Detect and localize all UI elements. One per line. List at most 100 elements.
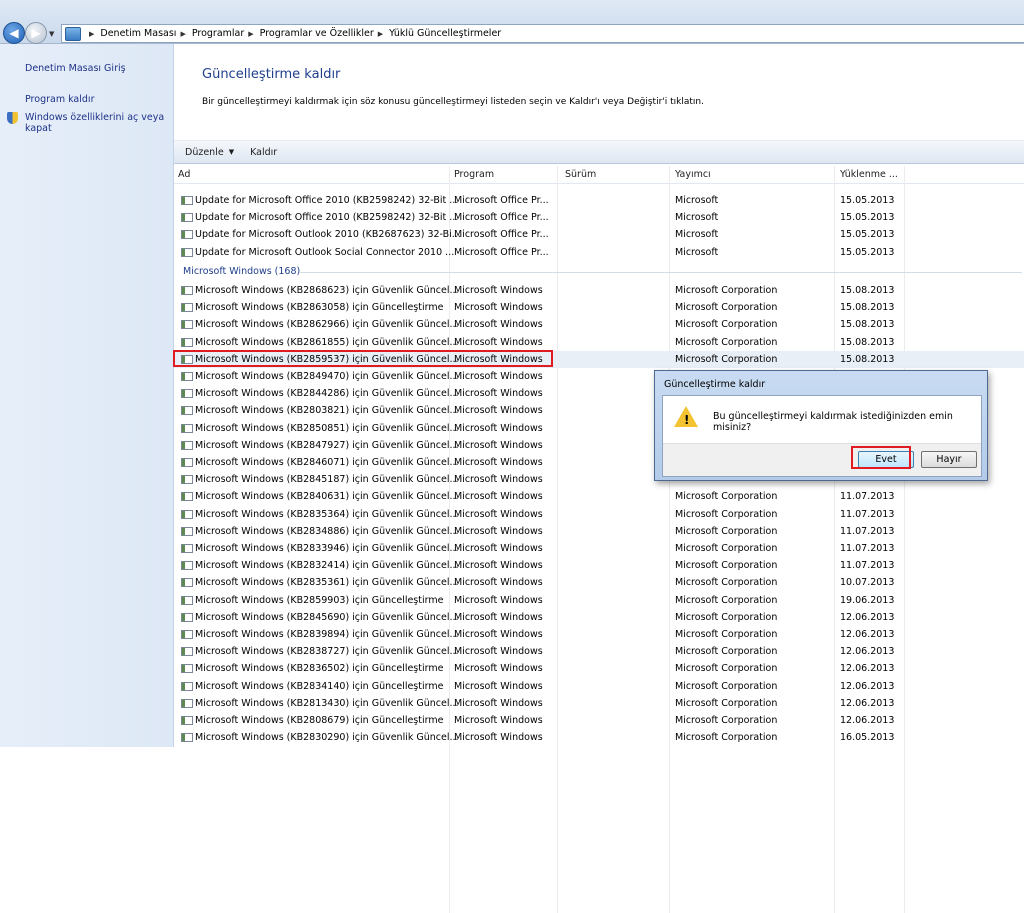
- chevron-right-icon[interactable]: ▶: [378, 30, 383, 38]
- breadcrumb-separator[interactable]: ▶: [85, 30, 100, 38]
- cell-publisher: Microsoft Corporation: [675, 663, 778, 675]
- column-header-publisher[interactable]: Yayımcı: [675, 169, 711, 180]
- table-row[interactable]: Update for Microsoft Outlook Social Conn…: [174, 244, 1024, 261]
- table-row[interactable]: Microsoft Windows (KB2840631) için Güven…: [174, 488, 1024, 505]
- cell-installed-on: 11.07.2013: [840, 525, 895, 537]
- cell-publisher: Microsoft Corporation: [675, 646, 778, 658]
- update-icon: [181, 664, 193, 674]
- uninstall-button[interactable]: Kaldır: [250, 147, 277, 158]
- update-icon: [181, 458, 193, 467]
- table-row[interactable]: Microsoft Windows (KB2830290) için Güven…: [174, 729, 1024, 746]
- table-row[interactable]: Microsoft Windows (KB2836502) için Günce…: [174, 660, 1024, 677]
- cell-name: Microsoft Windows (KB2861855) için Güven…: [195, 336, 459, 348]
- cell-program: Microsoft Windows: [454, 629, 543, 640]
- cell-name: Microsoft Windows (KB2803821) için Güven…: [195, 405, 459, 417]
- update-icon: [181, 423, 193, 433]
- cell-name: Microsoft Windows (KB2834140) için Günce…: [195, 680, 444, 692]
- forward-button[interactable]: ▶: [25, 22, 47, 44]
- update-icon: [181, 561, 193, 571]
- cell-publisher: Microsoft Corporation: [675, 732, 778, 744]
- column-header-program[interactable]: Program: [454, 169, 494, 180]
- cell-name: Update for Microsoft Outlook 2010 (KB268…: [195, 229, 461, 241]
- cell-name: Microsoft Windows (KB2845187) için Güven…: [195, 474, 459, 486]
- update-icon: [181, 196, 193, 205]
- control-panel-home-link[interactable]: Denetim Masası Giriş: [25, 63, 126, 74]
- cell-installed-on: 15.05.2013: [840, 229, 895, 241]
- group-header-microsoft-windows[interactable]: Microsoft Windows (168): [183, 266, 300, 277]
- table-row[interactable]: Microsoft Windows (KB2861855) için Güven…: [174, 334, 1024, 351]
- no-button[interactable]: Hayır: [921, 451, 977, 468]
- cell-name: Microsoft Windows (KB2859903) için Günce…: [195, 594, 444, 606]
- chevron-right-icon[interactable]: ▶: [248, 30, 253, 38]
- table-row[interactable]: Microsoft Windows (KB2813430) için Güven…: [174, 695, 1024, 712]
- column-header-version[interactable]: Sürüm: [565, 169, 596, 180]
- cell-installed-on: 15.05.2013: [840, 212, 895, 224]
- cell-name: Update for Microsoft Office 2010 (KB2598…: [195, 195, 459, 206]
- table-row[interactable]: Microsoft Windows (KB2845690) için Güven…: [174, 609, 1024, 626]
- breadcrumb-item-programs[interactable]: Programlar ▶: [192, 28, 260, 39]
- update-icon: [181, 303, 193, 313]
- table-row[interactable]: Microsoft Windows (KB2834140) için Günce…: [174, 678, 1024, 695]
- cell-publisher: Microsoft Corporation: [675, 629, 778, 640]
- cell-publisher: Microsoft Corporation: [675, 543, 778, 554]
- update-icon: [181, 247, 193, 257]
- update-icon: [181, 733, 193, 743]
- cell-installed-on: 11.07.2013: [840, 543, 895, 554]
- cell-name: Microsoft Windows (KB2863058) için Günce…: [195, 302, 444, 314]
- table-row[interactable]: Microsoft Windows (KB2808679) için Günce…: [174, 712, 1024, 729]
- update-icon: [181, 286, 193, 295]
- cell-program: Microsoft Windows: [454, 663, 543, 675]
- update-icon: [181, 630, 193, 639]
- cell-installed-on: 12.06.2013: [840, 611, 895, 623]
- organize-button[interactable]: Düzenle ▼: [185, 147, 234, 158]
- cell-installed-on: 15.08.2013: [840, 285, 895, 296]
- chevron-right-icon[interactable]: ▶: [180, 30, 185, 38]
- cell-program: Microsoft Windows: [454, 388, 543, 400]
- cell-program: Microsoft Windows: [454, 715, 543, 726]
- table-row[interactable]: Microsoft Windows (KB2832414) için Güven…: [174, 557, 1024, 574]
- table-row[interactable]: Microsoft Windows (KB2833946) için Güven…: [174, 540, 1024, 557]
- update-icon: [181, 595, 193, 605]
- cell-name: Update for Microsoft Office 2010 (KB2598…: [195, 212, 459, 224]
- table-row[interactable]: Microsoft Windows (KB2838727) için Güven…: [174, 643, 1024, 660]
- cell-program: Microsoft Windows: [454, 543, 543, 554]
- update-icon: [181, 213, 193, 223]
- yes-button-highlight: [851, 446, 911, 469]
- control-panel-icon: [65, 26, 81, 41]
- breadcrumb-item-programs-features[interactable]: Programlar ve Özellikler ▶: [260, 28, 389, 39]
- table-row[interactable]: Microsoft Windows (KB2835364) için Güven…: [174, 506, 1024, 523]
- cell-program: Microsoft Windows: [454, 560, 543, 572]
- column-header-name[interactable]: Ad: [178, 169, 190, 180]
- cell-publisher: Microsoft Corporation: [675, 319, 778, 331]
- table-row[interactable]: Update for Microsoft Office 2010 (KB2598…: [174, 192, 1024, 209]
- recent-pages-dropdown-icon[interactable]: ▼: [49, 30, 54, 38]
- table-row[interactable]: Update for Microsoft Office 2010 (KB2598…: [174, 209, 1024, 226]
- command-bar: Düzenle ▼ Kaldır: [174, 140, 1024, 164]
- update-icon: [181, 230, 193, 240]
- cell-program: Microsoft Windows: [454, 594, 543, 606]
- windows-features-link[interactable]: Windows özelliklerini aç veya kapat: [25, 112, 164, 134]
- cell-installed-on: 19.06.2013: [840, 594, 895, 606]
- table-row[interactable]: Microsoft Windows (KB2862966) için Güven…: [174, 316, 1024, 333]
- uninstall-confirm-dialog: Güncelleştirme kaldır ! Bu güncelleştirm…: [654, 370, 988, 481]
- breadcrumb-item-installed-updates[interactable]: Yüklü Güncelleştirmeler: [389, 28, 501, 39]
- table-row[interactable]: Microsoft Windows (KB2835361) için Güven…: [174, 574, 1024, 591]
- breadcrumb[interactable]: ▶ Denetim Masası ▶ Programlar ▶ Programlar…: [61, 24, 1024, 43]
- shield-icon: [7, 112, 18, 124]
- update-icon: [181, 526, 193, 536]
- table-row[interactable]: Microsoft Windows (KB2839894) için Güven…: [174, 626, 1024, 643]
- cell-name: Microsoft Windows (KB2836502) için Günce…: [195, 663, 444, 675]
- cell-publisher: Microsoft: [675, 195, 719, 206]
- cell-installed-on: 11.07.2013: [840, 560, 895, 572]
- table-row[interactable]: Microsoft Windows (KB2834886) için Güven…: [174, 523, 1024, 540]
- table-row[interactable]: Microsoft Windows (KB2859903) için Günce…: [174, 592, 1024, 609]
- cell-publisher: Microsoft Corporation: [675, 715, 778, 726]
- table-row[interactable]: Update for Microsoft Outlook 2010 (KB268…: [174, 226, 1024, 243]
- table-row[interactable]: Microsoft Windows (KB2868623) için Güven…: [174, 282, 1024, 299]
- back-button[interactable]: ◀: [3, 22, 25, 44]
- cell-program: Microsoft Windows: [454, 474, 543, 486]
- breadcrumb-item-control-panel[interactable]: Denetim Masası ▶: [100, 28, 191, 39]
- column-header-installed-on[interactable]: Yüklenme ...: [840, 169, 898, 180]
- uninstall-program-link[interactable]: Program kaldır: [25, 94, 94, 105]
- table-row[interactable]: Microsoft Windows (KB2863058) için Günce…: [174, 299, 1024, 316]
